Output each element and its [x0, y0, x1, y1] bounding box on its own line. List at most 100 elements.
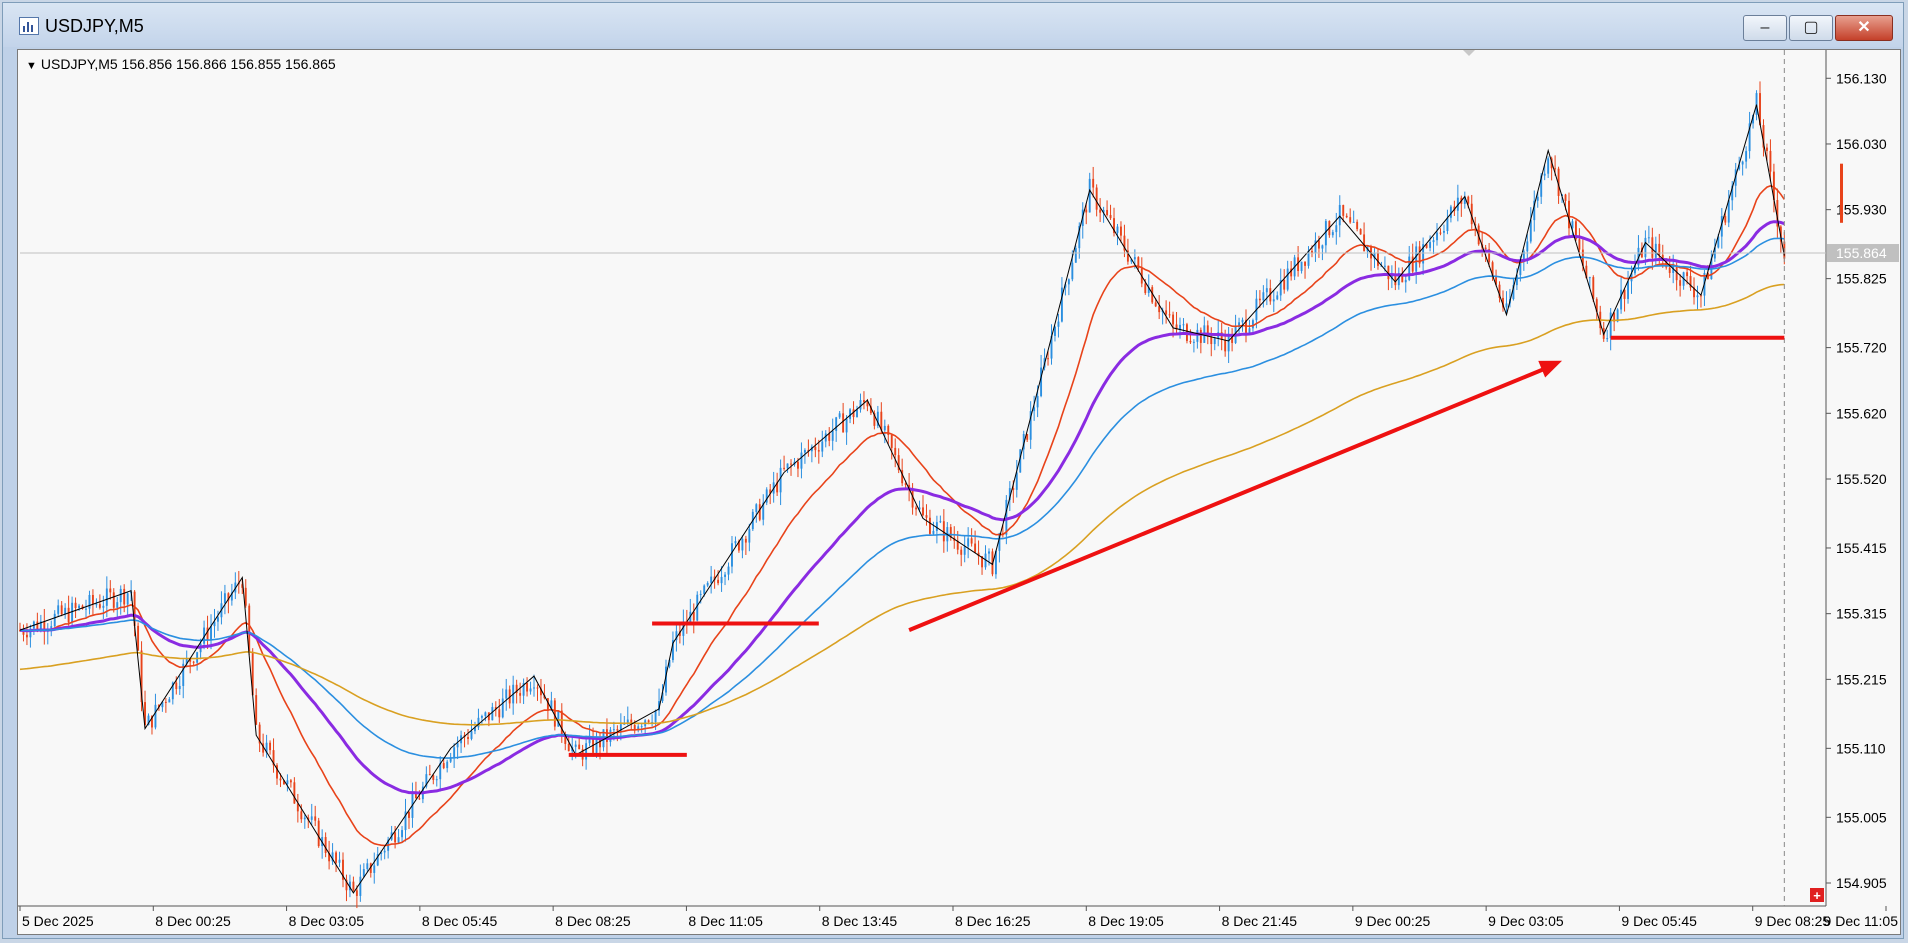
candle-body	[192, 661, 195, 663]
candle-body	[803, 449, 806, 453]
zigzag-line	[19, 104, 1785, 894]
candle-body	[741, 538, 744, 551]
candle-body	[1179, 324, 1181, 330]
candle-body	[1352, 221, 1355, 223]
candle-body	[731, 543, 733, 567]
candle-body	[1606, 338, 1609, 340]
candle-body	[790, 463, 792, 465]
chart-shift-marker-icon	[1463, 50, 1475, 56]
candle-body	[960, 549, 963, 555]
candle-body	[755, 504, 758, 512]
candle-body	[1116, 226, 1119, 233]
candle-body	[317, 820, 320, 847]
candle-body	[300, 811, 303, 820]
candle-body	[366, 863, 369, 870]
candle-body	[206, 627, 209, 641]
candle-body	[1196, 329, 1199, 342]
candle-body	[64, 607, 67, 615]
candle-body	[988, 551, 990, 554]
candle-body	[1755, 93, 1758, 115]
title-bar[interactable]: USDJPY,M5 ‒ ▢ ✕	[3, 3, 1903, 47]
candle-body	[175, 682, 178, 690]
time-tick-label: 9 Dec 00:25	[1355, 913, 1431, 929]
candle-body	[1651, 237, 1654, 258]
candle-body	[800, 452, 803, 469]
candle-body	[1679, 280, 1682, 286]
candle-body	[255, 695, 258, 725]
trend-arrow-shaft	[908, 363, 1553, 632]
ohlc-info-line: ▼ USDJPY,M5 156.856 156.866 156.855 156.8…	[26, 56, 336, 72]
candle-body	[883, 425, 886, 431]
price-tick-label: 154.905	[1836, 875, 1887, 891]
candle-body	[1300, 261, 1303, 272]
candle-body	[154, 704, 157, 728]
candle-body	[1554, 168, 1557, 170]
candle-body	[970, 538, 973, 544]
minimize-button[interactable]: ‒	[1743, 15, 1787, 41]
candle-body	[428, 774, 431, 776]
candle-body	[526, 683, 529, 692]
maximize-button[interactable]: ▢	[1789, 15, 1833, 41]
candle-body	[1609, 312, 1612, 339]
candle-body	[640, 726, 643, 728]
candle-body	[724, 574, 726, 577]
candle-body	[401, 830, 403, 838]
candle-body	[477, 717, 480, 728]
candle-body	[536, 687, 539, 689]
candle-body	[578, 744, 581, 750]
candle-body	[88, 594, 91, 609]
candle-body	[654, 710, 657, 723]
candle-body	[783, 467, 786, 469]
ohlc-info-text: USDJPY,M5 156.856 156.866 156.855 156.86…	[40, 56, 336, 72]
candle-body	[1120, 226, 1122, 236]
price-chart[interactable]: 156.130 156.030 155.930 155.825 155.720 155.6…	[18, 50, 1900, 934]
time-tick-label: 8 Dec 00:25	[155, 913, 231, 929]
close-button[interactable]: ✕	[1835, 15, 1893, 41]
candle-body	[928, 517, 931, 534]
candle-body	[863, 400, 865, 403]
candle-body	[67, 607, 70, 623]
candle-body	[560, 710, 563, 735]
price-tick-label: 155.215	[1836, 671, 1887, 687]
candle-body	[1668, 267, 1671, 273]
candle-body	[894, 447, 897, 456]
candle-body	[78, 605, 80, 609]
candle-body	[1106, 209, 1109, 215]
candle-body	[1317, 240, 1320, 249]
candle-body	[1446, 217, 1449, 231]
candle-body	[585, 743, 588, 760]
time-tick-label: 8 Dec 21:45	[1222, 913, 1298, 929]
candle-body	[1484, 247, 1487, 250]
candle-body	[1439, 232, 1442, 234]
candle-body	[529, 688, 532, 692]
candle-body	[123, 588, 126, 605]
candle-body	[1088, 178, 1091, 213]
candle-body	[1335, 225, 1338, 233]
candle-body	[210, 626, 212, 641]
chart-area[interactable]: 156.130 156.030 155.930 155.825 155.720 155.6…	[17, 49, 1901, 935]
moving-average-line	[19, 185, 1785, 847]
time-tick-label: 9 Dec 11:05	[1824, 913, 1899, 929]
candle-body	[647, 720, 650, 723]
candle-body	[1057, 321, 1060, 327]
candle-body	[1377, 252, 1379, 266]
candle-body	[119, 588, 122, 603]
candle-body	[1359, 229, 1362, 235]
collapse-triangle-icon[interactable]: ▼	[26, 60, 37, 72]
candle-body	[1338, 205, 1341, 226]
candle-body	[310, 816, 313, 820]
moving-average-line	[19, 220, 1785, 795]
candle-body	[1199, 329, 1202, 343]
candle-body	[734, 541, 737, 544]
candle-body	[1588, 277, 1591, 279]
candle-body	[890, 434, 893, 448]
candle-body	[1408, 256, 1411, 280]
candle-body	[60, 605, 63, 615]
candle-body	[1085, 209, 1088, 213]
candle-body	[1099, 209, 1102, 213]
price-tick-label: 155.110	[1836, 740, 1886, 756]
candle-body	[359, 876, 362, 896]
price-tick-label: 155.415	[1836, 540, 1887, 556]
candle-body	[574, 744, 577, 747]
candle-body	[1158, 306, 1161, 313]
